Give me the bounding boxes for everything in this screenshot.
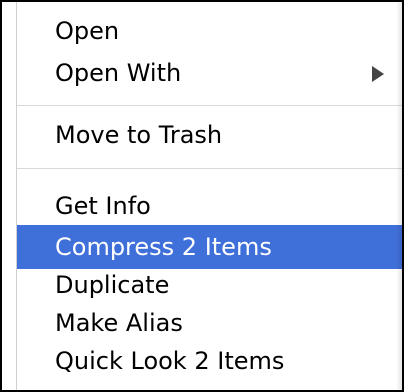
menu-item-move-to-trash[interactable]: Move to Trash <box>17 116 402 154</box>
menu-divider <box>17 105 402 106</box>
menu-item-label: Open <box>55 17 120 45</box>
menu-item-label: Compress 2 Items <box>55 233 272 261</box>
menu-item-label: Move to Trash <box>55 121 223 149</box>
menu-item-make-alias[interactable]: Make Alias <box>17 304 402 342</box>
menu-item-quick-look-2-items[interactable]: Quick Look 2 Items <box>17 342 402 380</box>
menu-item-open-with[interactable]: Open With <box>17 54 402 92</box>
context-menu: Open Open With Move to Trash Get Info Co… <box>16 2 402 390</box>
submenu-arrow-icon <box>372 66 384 82</box>
menu-item-label: Duplicate <box>55 271 170 299</box>
menu-item-open[interactable]: Open <box>17 12 402 50</box>
menu-item-get-info[interactable]: Get Info <box>17 187 402 225</box>
screenshot-frame: Open Open With Move to Trash Get Info Co… <box>0 0 404 392</box>
menu-item-label: Quick Look 2 Items <box>55 347 285 375</box>
menu-item-compress-2-items[interactable]: Compress 2 Items <box>17 225 402 269</box>
menu-item-duplicate[interactable]: Duplicate <box>17 266 402 304</box>
menu-item-label: Open With <box>55 59 182 87</box>
menu-item-label: Get Info <box>55 192 151 220</box>
menu-item-label: Make Alias <box>55 309 183 337</box>
menu-divider <box>17 168 402 169</box>
